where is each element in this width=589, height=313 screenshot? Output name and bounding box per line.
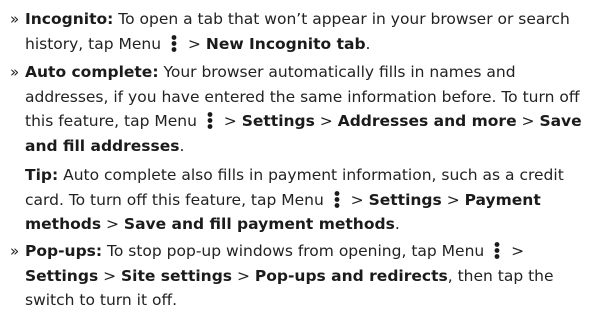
item-label: Auto complete: (25, 63, 159, 81)
separator: > (441, 190, 465, 209)
menu-path-step: Settings (25, 266, 99, 285)
more-vert-icon (333, 190, 341, 208)
tip-paragraph: Tip: Auto complete also fills in payment… (25, 163, 580, 237)
document-page: » Incognito: To open a tab that won’t ap… (0, 0, 589, 309)
list-item-auto-complete: » Auto complete: Your browser automatica… (10, 60, 582, 158)
tip-label: Tip: (25, 166, 59, 184)
item-label: Incognito: (25, 10, 114, 28)
item-end: . (179, 136, 185, 155)
menu-path-step: Save and fill payment methods (123, 215, 395, 233)
separator: > (506, 242, 525, 260)
item-label: Pop-ups: (25, 242, 103, 260)
separator: > (101, 215, 124, 233)
bullet: » (10, 242, 20, 260)
menu-path-step: Pop-ups and redirects (254, 266, 448, 285)
separator: > (98, 266, 122, 285)
menu-path-step: New Incognito tab (205, 34, 366, 53)
separator: > (314, 112, 338, 130)
bullet: » (10, 10, 20, 28)
item-end: . (394, 215, 400, 233)
bullet: » (10, 63, 20, 81)
item-end: . (365, 34, 371, 53)
separator: > (183, 34, 206, 53)
more-vert-icon (170, 34, 178, 52)
list-item-incognito: » Incognito: To open a tab that won’t ap… (10, 7, 582, 56)
separator: > (232, 266, 255, 285)
menu-path-step: Settings (368, 190, 442, 209)
item-text: To stop pop-up windows from opening, tap… (102, 242, 490, 260)
menu-path-step: Addresses and more (337, 112, 517, 130)
list-item-pop-ups: » Pop-ups: To stop pop-up windows from o… (10, 239, 582, 313)
separator: > (218, 112, 242, 130)
more-vert-icon (493, 242, 501, 259)
separator: > (345, 190, 369, 209)
menu-path-step: Site settings (121, 266, 233, 285)
menu-path-step: Settings (241, 112, 315, 130)
separator: > (516, 112, 540, 130)
more-vert-icon (206, 112, 214, 129)
